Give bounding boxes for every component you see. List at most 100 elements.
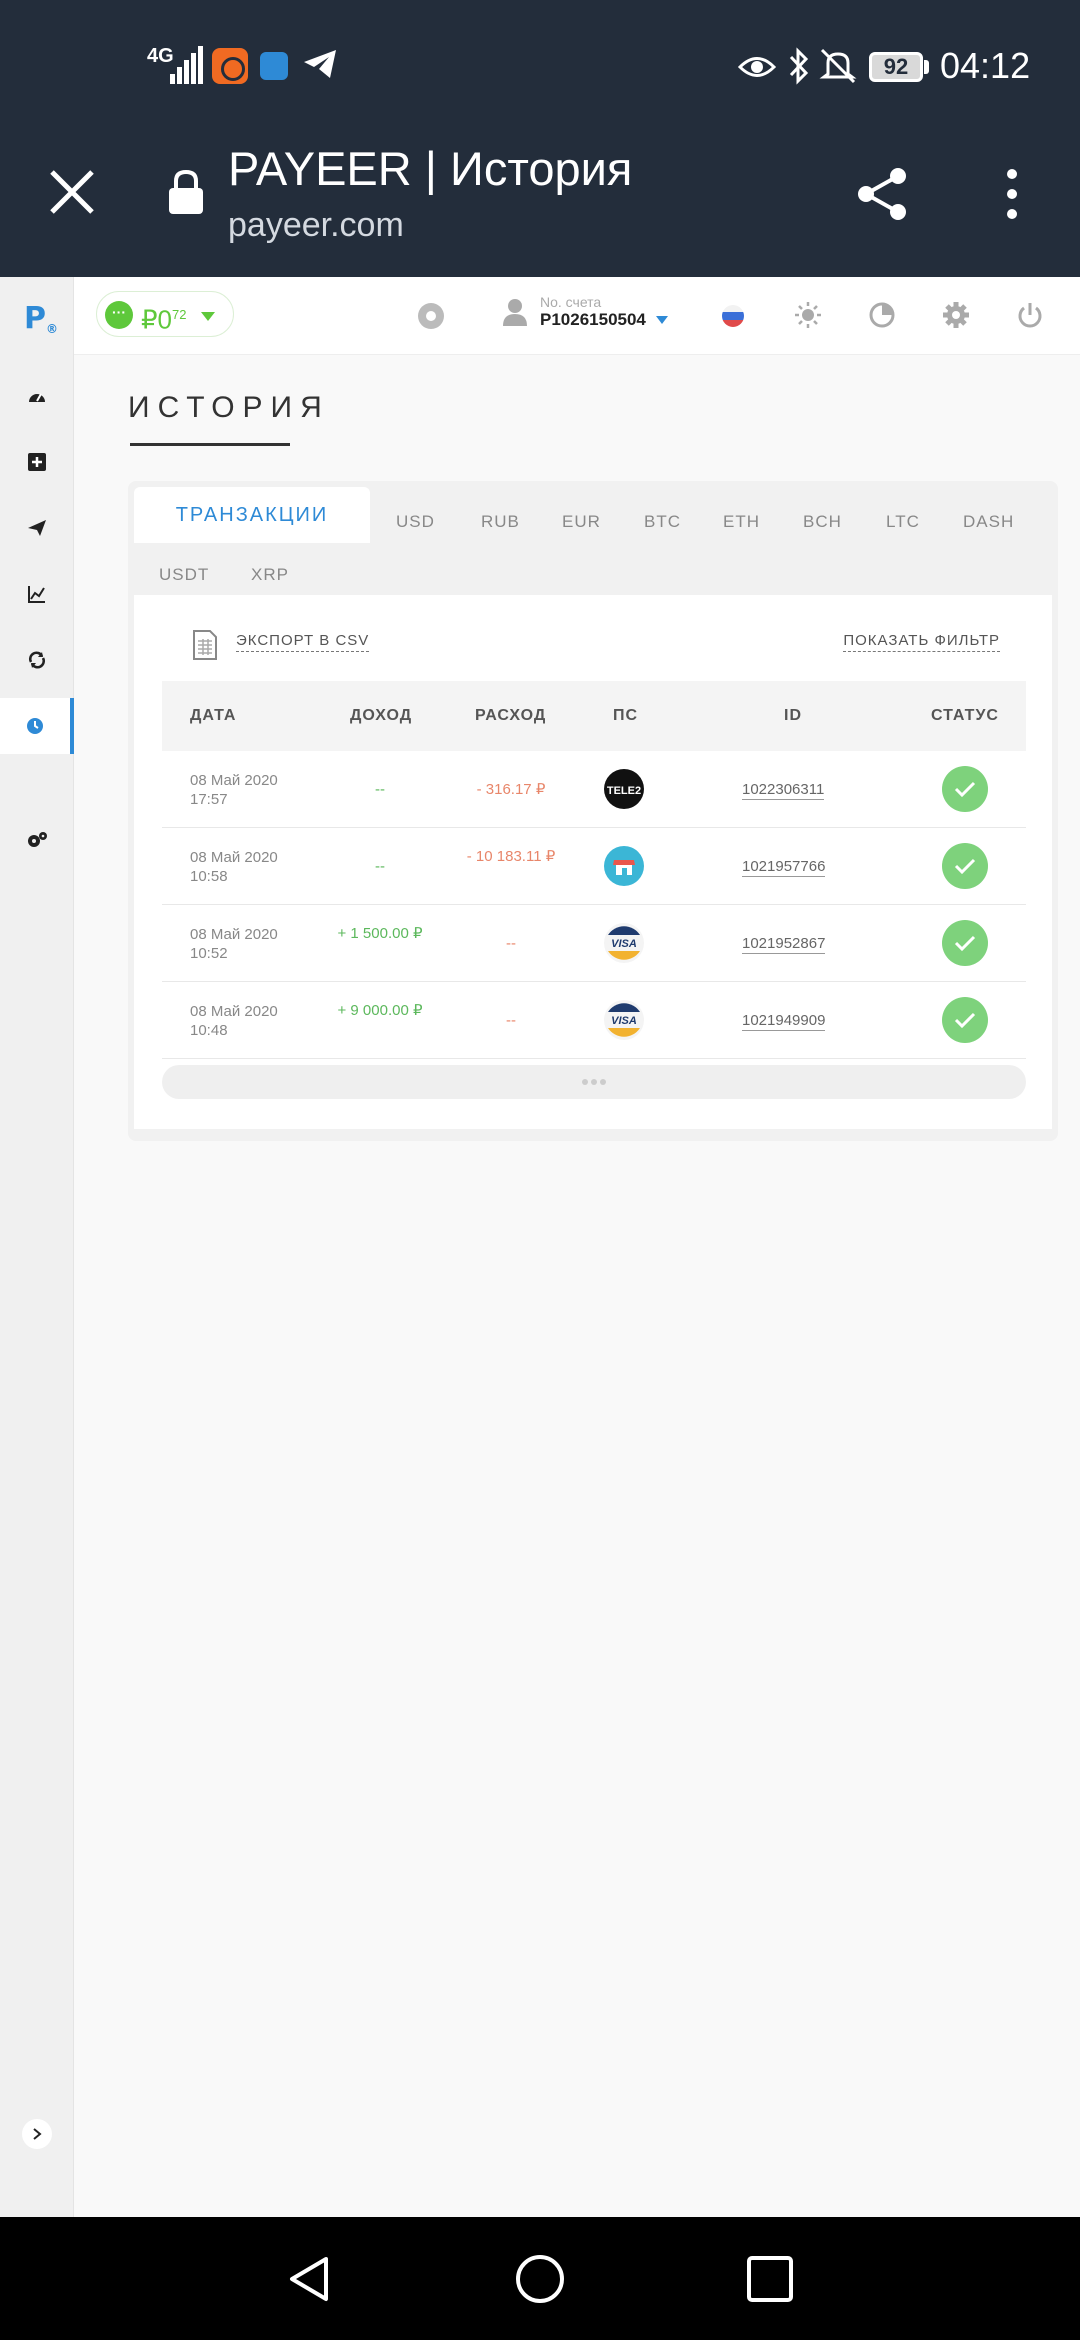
header-expense: РАСХОД: [475, 707, 547, 724]
balance-selector[interactable]: ··· ₽072: [96, 291, 234, 337]
telegram-icon: [304, 50, 336, 78]
success-check-icon: [942, 920, 988, 966]
back-icon[interactable]: [284, 2253, 336, 2305]
chevron-right-icon: [33, 2128, 42, 2140]
account-label: No. счета: [540, 294, 602, 310]
load-more-button[interactable]: [162, 1065, 1026, 1099]
sidebar-item-dashboard[interactable]: [0, 369, 74, 425]
row-id-link[interactable]: 1021952867: [742, 934, 826, 954]
tab-eth[interactable]: ETH: [723, 512, 760, 532]
support-icon[interactable]: [866, 299, 898, 331]
header-id: ID: [784, 707, 802, 724]
table-row[interactable]: 08 Май 2020 17:57 -- - 316.17 ₽ TELE2 102…: [162, 751, 1026, 828]
status-bar: 4G 92 04:12: [0, 0, 1080, 130]
sidebar: P®: [0, 277, 74, 2217]
heading-underline: [130, 443, 290, 446]
russian-flag-icon[interactable]: [722, 305, 744, 327]
recents-icon[interactable]: [744, 2253, 796, 2305]
bluetooth-icon: [789, 47, 809, 85]
power-icon[interactable]: [1014, 299, 1046, 331]
show-filter-link[interactable]: ПОКАЗАТЬ ФИЛЬТР: [843, 631, 1000, 652]
success-check-icon: [942, 997, 988, 1043]
tab-xrp[interactable]: XRP: [251, 565, 289, 585]
success-check-icon: [942, 766, 988, 812]
plus-square-icon: [28, 453, 46, 471]
tab-dash[interactable]: DASH: [963, 512, 1014, 532]
svg-text:TELE2: TELE2: [607, 785, 641, 797]
url-text[interactable]: payeer.com: [228, 204, 404, 246]
signal-icon: [170, 44, 204, 84]
account-number[interactable]: P1026150504: [540, 310, 646, 330]
close-icon[interactable]: [44, 164, 100, 220]
row-id-link[interactable]: 1021957766: [742, 857, 826, 877]
sidebar-item-add-funds[interactable]: [0, 434, 74, 490]
export-csv-link[interactable]: ЭКСПОРТ В CSV: [236, 631, 370, 652]
more-menu-icon[interactable]: [1002, 164, 1022, 224]
sidebar-expand-button[interactable]: [22, 2119, 52, 2149]
mi-app-icon: [212, 48, 248, 84]
shop-icon: [604, 846, 644, 886]
table-row[interactable]: 08 Май 2020 10:58 -- - 10 183.11 ₽ 102195…: [162, 828, 1026, 905]
header-income: ДОХОД: [350, 707, 413, 724]
tab-eur[interactable]: EUR: [562, 512, 601, 532]
row-date: 08 Май 2020 10:52: [190, 926, 278, 962]
app-toolbar: ··· ₽072 No. счета P1026150504: [74, 277, 1080, 355]
sidebar-item-settings[interactable]: [0, 812, 74, 868]
row-expense: - 10 183.11 ₽: [466, 848, 556, 865]
home-icon[interactable]: [514, 2253, 566, 2305]
row-id-link[interactable]: 1022306311: [742, 780, 825, 800]
table-header: ДАТА ДОХОД РАСХОД ПС ID СТАТУС: [162, 681, 1026, 751]
sidebar-item-history[interactable]: [0, 698, 74, 754]
chart-line-icon: [28, 586, 45, 603]
history-card: ТРАНЗАКЦИИ USD RUB EUR BTC ETH BCH LTC D…: [128, 481, 1058, 1141]
tele2-icon: TELE2: [604, 769, 644, 809]
tab-transactions[interactable]: ТРАНЗАКЦИИ: [134, 487, 370, 543]
row-date: 08 Май 2020 17:57: [190, 772, 278, 808]
browser-header: 4G 92 04:12 PAYEER | История payeer.com: [0, 0, 1080, 277]
header-status: СТАТУС: [931, 707, 999, 724]
row-expense: - 316.17 ₽: [476, 781, 546, 798]
tab-rub[interactable]: RUB: [481, 512, 520, 532]
table-row[interactable]: 08 Май 2020 10:48 + 9 000.00 ₽ -- VISA 10…: [162, 982, 1026, 1059]
status-circle-icon[interactable]: [418, 303, 444, 329]
payeer-logo[interactable]: P®: [24, 301, 58, 336]
user-icon: [503, 299, 527, 326]
tab-bch[interactable]: BCH: [803, 512, 842, 532]
row-income: + 9 000.00 ₽: [337, 1002, 423, 1019]
header-date: ДАТА: [190, 707, 237, 724]
csv-file-icon[interactable]: [192, 629, 218, 661]
header-ps: ПС: [613, 707, 639, 724]
gears-icon: [28, 832, 47, 847]
row-expense: --: [506, 935, 516, 952]
visa-icon: VISA: [604, 1000, 644, 1040]
row-id-link[interactable]: 1021949909: [742, 1011, 826, 1031]
sidebar-item-trade[interactable]: [0, 566, 74, 622]
account-caret-icon[interactable]: [656, 316, 668, 324]
svg-text:VISA: VISA: [611, 938, 637, 950]
row-income: --: [375, 781, 385, 798]
tab-usd[interactable]: USD: [396, 512, 435, 532]
battery-tip: [924, 60, 929, 74]
send-icon: [28, 520, 46, 536]
sun-icon[interactable]: [792, 299, 824, 331]
row-expense: --: [506, 1012, 516, 1029]
gear-icon[interactable]: [940, 299, 972, 331]
clock-icon: [27, 718, 43, 734]
caret-down-icon: [201, 312, 215, 321]
table-row[interactable]: 08 Май 2020 10:52 + 1 500.00 ₽ -- VISA 10…: [162, 905, 1026, 982]
balance-status-icon: ···: [105, 301, 133, 329]
battery-icon: 92: [869, 52, 923, 82]
success-check-icon: [942, 843, 988, 889]
share-icon[interactable]: [852, 164, 912, 224]
sidebar-item-exchange[interactable]: [0, 632, 74, 688]
visa-icon: VISA: [604, 923, 644, 963]
row-date: 08 Май 2020 10:48: [190, 1003, 278, 1039]
sidebar-item-send[interactable]: [0, 500, 74, 556]
exchange-icon: [29, 651, 45, 669]
lock-icon: [169, 169, 203, 214]
tab-usdt[interactable]: USDT: [159, 565, 209, 585]
gauge-icon: [29, 393, 45, 402]
tab-btc[interactable]: BTC: [644, 512, 681, 532]
clock: 04:12: [940, 45, 1031, 86]
tab-ltc[interactable]: LTC: [886, 512, 920, 532]
